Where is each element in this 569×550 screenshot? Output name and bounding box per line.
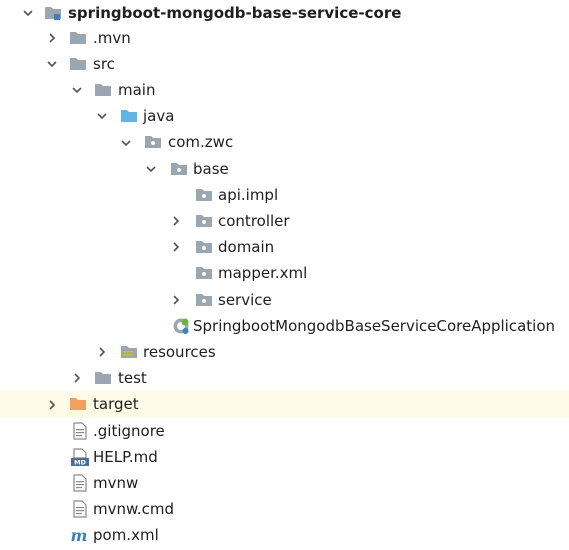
package-icon bbox=[195, 291, 213, 309]
chevron-right-icon[interactable] bbox=[168, 234, 184, 260]
tree-row-application-class[interactable]: SpringbootMongodbBaseServiceCoreApplicat… bbox=[0, 313, 569, 339]
tree-item-label: src bbox=[93, 54, 115, 73]
tree-row-domain[interactable]: domain bbox=[0, 234, 569, 260]
tree-item-label: pom.xml bbox=[93, 526, 159, 545]
chevron-down-icon[interactable] bbox=[143, 156, 159, 182]
spring-boot-class-icon bbox=[172, 317, 190, 335]
package-icon bbox=[144, 133, 162, 151]
chevron-right-icon[interactable] bbox=[94, 339, 110, 365]
project-tree: springboot-mongodb-base-service-core .mv… bbox=[0, 0, 569, 550]
chevron-right-icon[interactable] bbox=[69, 365, 85, 391]
tree-item-label: .mvn bbox=[93, 28, 131, 47]
package-icon bbox=[195, 264, 213, 282]
tree-row-api-impl[interactable]: api.impl bbox=[0, 182, 569, 208]
folder-icon bbox=[69, 29, 87, 47]
tree-item-label: HELP.md bbox=[93, 447, 158, 466]
tree-item-label: test bbox=[118, 369, 147, 388]
tree-item-label: java bbox=[143, 107, 175, 126]
chevron-down-icon[interactable] bbox=[44, 51, 60, 77]
tree-row-mapper-xml[interactable]: mapper.xml bbox=[0, 260, 569, 286]
source-root-folder-icon bbox=[120, 107, 138, 125]
svg-text:m: m bbox=[71, 526, 88, 544]
tree-row-mvn[interactable]: .mvn bbox=[0, 25, 569, 51]
module-folder-icon bbox=[44, 4, 62, 22]
chevron-down-icon[interactable] bbox=[69, 77, 85, 103]
tree-item-label: controller bbox=[218, 212, 290, 230]
tree-item-label: base bbox=[193, 159, 229, 178]
tree-row-main[interactable]: main bbox=[0, 77, 569, 103]
folder-icon bbox=[69, 55, 87, 73]
tree-item-label: resources bbox=[143, 343, 216, 361]
tree-item-label: mvnw bbox=[93, 474, 139, 492]
tree-row-src[interactable]: src bbox=[0, 51, 569, 77]
tree-item-label: .gitignore bbox=[93, 421, 165, 440]
chevron-right-icon[interactable] bbox=[44, 25, 60, 51]
tree-row-java[interactable]: java bbox=[0, 103, 569, 129]
chevron-right-icon[interactable] bbox=[44, 391, 60, 417]
text-file-icon bbox=[71, 500, 89, 518]
text-file-icon bbox=[71, 421, 89, 440]
chevron-down-icon[interactable] bbox=[20, 0, 36, 26]
tree-row-controller[interactable]: controller bbox=[0, 208, 569, 234]
folder-icon bbox=[94, 81, 112, 99]
excluded-folder-icon bbox=[69, 395, 87, 413]
tree-item-label: SpringbootMongodbBaseServiceCoreApplicat… bbox=[193, 316, 556, 335]
tree-row-com-zwc[interactable]: com.zwc bbox=[0, 129, 569, 155]
tree-row-target[interactable]: target bbox=[0, 391, 569, 418]
package-icon bbox=[195, 186, 213, 204]
svg-text:MD: MD bbox=[74, 458, 86, 465]
project-name: springboot-mongodb-base-service-core bbox=[68, 4, 402, 22]
tree-item-label: api.impl bbox=[218, 185, 279, 204]
tree-item-label: com.zwc bbox=[168, 133, 234, 152]
tree-item-label: domain bbox=[218, 238, 275, 257]
tree-row-pom-xml[interactable]: m pom.xml bbox=[0, 522, 569, 548]
tree-row-test[interactable]: test bbox=[0, 365, 569, 391]
tree-row-base[interactable]: base bbox=[0, 156, 569, 182]
resources-folder-icon bbox=[120, 343, 138, 361]
tree-item-label: mapper.xml bbox=[218, 264, 308, 283]
tree-item-label: mvnw.cmd bbox=[93, 500, 175, 519]
tree-row-mvnw[interactable]: mvnw bbox=[0, 470, 569, 496]
maven-file-icon: m bbox=[70, 526, 88, 545]
folder-icon bbox=[94, 369, 112, 387]
markdown-file-icon: MD bbox=[71, 448, 89, 466]
text-file-icon bbox=[71, 474, 89, 492]
tree-row-gitignore[interactable]: .gitignore bbox=[0, 418, 569, 444]
tree-item-label: service bbox=[218, 290, 272, 309]
chevron-down-icon[interactable] bbox=[118, 129, 134, 155]
tree-row-help-md[interactable]: MD HELP.md bbox=[0, 444, 569, 470]
tree-row-resources[interactable]: resources bbox=[0, 339, 569, 365]
tree-item-label: target bbox=[93, 395, 139, 414]
chevron-right-icon[interactable] bbox=[168, 287, 184, 313]
package-icon bbox=[170, 160, 188, 178]
package-icon bbox=[195, 238, 213, 256]
tree-item-label: main bbox=[118, 81, 156, 99]
chevron-down-icon[interactable] bbox=[94, 103, 110, 129]
tree-row-mvnw-cmd[interactable]: mvnw.cmd bbox=[0, 496, 569, 522]
package-icon bbox=[195, 212, 213, 230]
tree-row-service[interactable]: service bbox=[0, 287, 569, 313]
tree-row-project-root[interactable]: springboot-mongodb-base-service-core bbox=[0, 0, 569, 26]
chevron-right-icon[interactable] bbox=[168, 208, 184, 234]
